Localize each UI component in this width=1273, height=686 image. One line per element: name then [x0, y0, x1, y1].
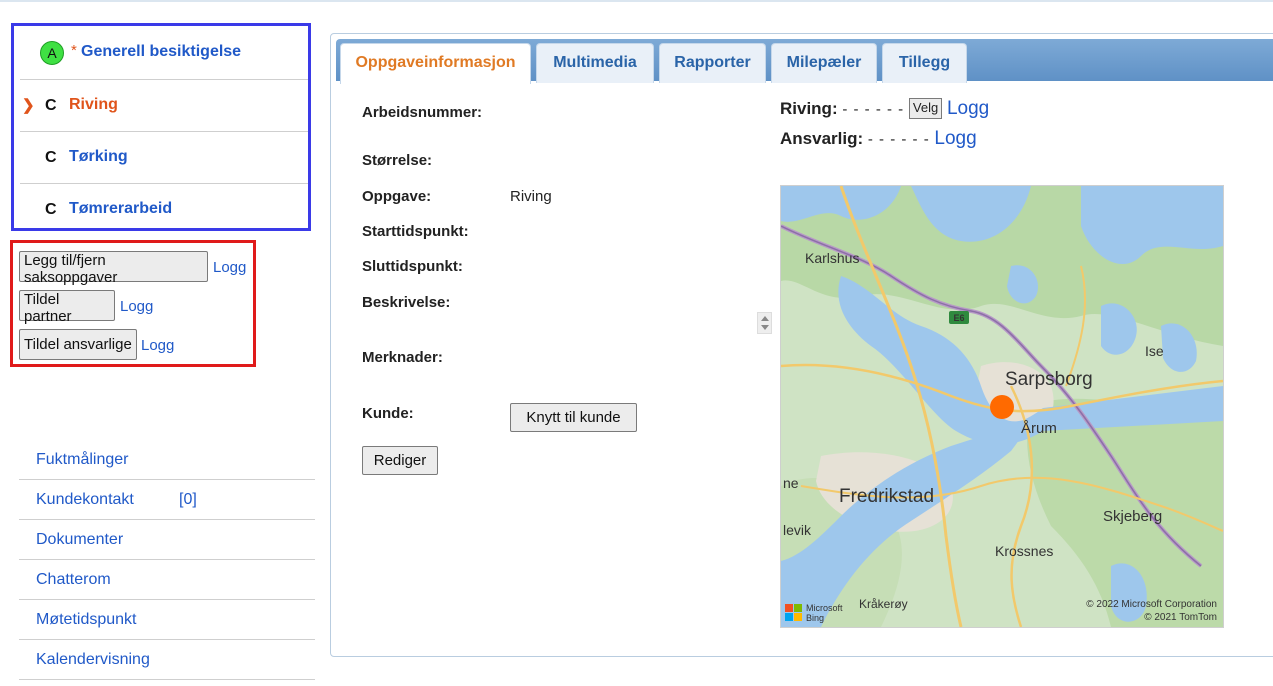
add-remove-log-link[interactable]: Logg — [213, 259, 246, 276]
side-link-label[interactable]: Møtetidspunkt — [36, 611, 136, 629]
place-ise: Ise — [1145, 343, 1164, 359]
value-oppgave: Riving — [510, 188, 552, 205]
task-code: C — [45, 97, 57, 114]
place-krossnes: Krossnes — [995, 543, 1053, 559]
task-name[interactable]: Tørking — [69, 148, 128, 166]
connect-customer-button[interactable]: Knytt til kunde — [510, 403, 637, 432]
map-brand-line1: Microsoft — [806, 603, 843, 613]
label-merknader: Merknader: — [362, 349, 443, 366]
label-sluttidspunkt: Sluttidspunkt: — [362, 258, 463, 275]
riving-log-link[interactable]: Logg — [947, 98, 989, 119]
side-link-kundekontakt[interactable]: Kundekontakt [0] — [19, 480, 315, 520]
assign-responsible-button[interactable]: Tildel ansvarlige — [19, 329, 137, 360]
ansvarlig-label: Ansvarlig: — [780, 129, 864, 148]
ansvarlig-value: - - - - - - — [867, 131, 930, 148]
task-item-riving[interactable]: ❯ C Riving — [20, 80, 308, 132]
add-remove-tasks-button[interactable]: Legg til/fjern saksoppgaver — [19, 251, 208, 286]
task-code: C — [45, 149, 57, 166]
side-link-fuktmalinger[interactable]: Fuktmålinger — [19, 440, 315, 480]
task-name[interactable]: Generell besiktigelse — [81, 43, 241, 61]
tab-milepaeler[interactable]: Milepæler — [771, 43, 877, 83]
map-copyright-microsoft: © 2022 Microsoft Corporation — [1086, 599, 1217, 610]
tab-rapporter[interactable]: Rapporter — [659, 43, 766, 83]
assign-responsible-log-link[interactable]: Logg — [141, 337, 174, 354]
edit-button[interactable]: Rediger — [362, 446, 438, 475]
place-krakeroy: Kråkerøy — [859, 597, 908, 611]
ansvarlig-log-link[interactable]: Logg — [934, 128, 976, 149]
tab-oppgaveinformasjon[interactable]: Oppgaveinformasjon — [340, 43, 531, 84]
place-ne: ne — [783, 475, 799, 491]
label-starttidspunkt: Starttidspunkt: — [362, 223, 469, 240]
task-item-torking[interactable]: C Tørking — [20, 132, 308, 184]
place-fredrikstad: Fredrikstad — [839, 486, 934, 507]
label-kunde: Kunde: — [362, 405, 414, 422]
location-map[interactable]: E6 Karlshus Sarpsborg Ise Årum Fredrikst… — [780, 185, 1224, 628]
map-copyright-tomtom: © 2021 TomTom — [1144, 612, 1217, 623]
task-item-tomrerarbeid[interactable]: C Tømrerarbeid — [20, 184, 308, 236]
place-levik: levik — [783, 522, 812, 538]
action-box: Legg til/fjern saksoppgaver Logg Tildel … — [10, 240, 256, 367]
side-links: Fuktmålinger Kundekontakt [0] Dokumenter … — [19, 440, 315, 680]
side-link-motetidspunkt[interactable]: Møtetidspunkt — [19, 600, 315, 640]
riving-status: Riving: - - - - - - Velg Logg — [780, 98, 989, 120]
bing-logo-icon — [785, 604, 793, 612]
riving-label: Riving: — [780, 99, 838, 118]
location-marker[interactable] — [990, 395, 1014, 419]
task-code: C — [45, 201, 57, 218]
map-canvas: E6 Karlshus Sarpsborg Ise Årum Fredrikst… — [781, 186, 1223, 627]
velg-button[interactable]: Velg — [908, 98, 943, 119]
side-link-chatterom[interactable]: Chatterom — [19, 560, 315, 600]
place-sarpsborg: Sarpsborg — [1005, 369, 1093, 390]
side-link-label[interactable]: Kundekontakt — [36, 491, 134, 509]
label-beskrivelse: Beskrivelse: — [362, 294, 451, 311]
map-brand-line2: Bing — [806, 613, 824, 623]
label-arbeidsnummer: Arbeidsnummer: — [362, 104, 483, 121]
assign-partner-button[interactable]: Tildel partner — [19, 290, 115, 325]
road-shield-e6: E6 — [953, 313, 964, 323]
assign-partner-log-link[interactable]: Logg — [120, 298, 153, 315]
place-arum: Årum — [1021, 420, 1057, 437]
side-link-label[interactable]: Kalendervisning — [36, 651, 150, 669]
top-border — [0, 0, 1273, 2]
required-star: * — [71, 42, 77, 59]
resize-spinner-icon[interactable] — [757, 312, 772, 334]
side-link-label[interactable]: Fuktmålinger — [36, 451, 128, 469]
count-badge: [0] — [179, 491, 197, 508]
selected-arrow-icon: ❯ — [22, 97, 35, 114]
task-item-generell-besiktigelse[interactable]: A * Generell besiktigelse — [20, 28, 308, 80]
place-karlshus: Karlshus — [805, 250, 859, 266]
ansvarlig-status: Ansvarlig: - - - - - - Logg — [780, 128, 977, 150]
tab-bar: Oppgaveinformasjon Multimedia Rapporter … — [336, 39, 1273, 84]
task-name[interactable]: Riving — [69, 96, 118, 114]
side-link-dokumenter[interactable]: Dokumenter — [19, 520, 315, 560]
task-list: A * Generell besiktigelse ❯ C Riving C T… — [11, 23, 311, 231]
tab-tillegg[interactable]: Tillegg — [882, 43, 967, 83]
side-link-label[interactable]: Chatterom — [36, 571, 111, 589]
status-badge-a: A — [40, 41, 64, 65]
tab-multimedia[interactable]: Multimedia — [536, 43, 654, 83]
label-oppgave: Oppgave: — [362, 188, 432, 205]
task-name[interactable]: Tømrerarbeid — [69, 200, 172, 218]
side-link-kalendervisning[interactable]: Kalendervisning — [19, 640, 315, 680]
place-skjeberg: Skjeberg — [1103, 508, 1162, 525]
label-storrelse: Størrelse: — [362, 152, 433, 169]
riving-value: - - - - - - — [842, 101, 905, 118]
side-link-label[interactable]: Dokumenter — [36, 531, 123, 549]
